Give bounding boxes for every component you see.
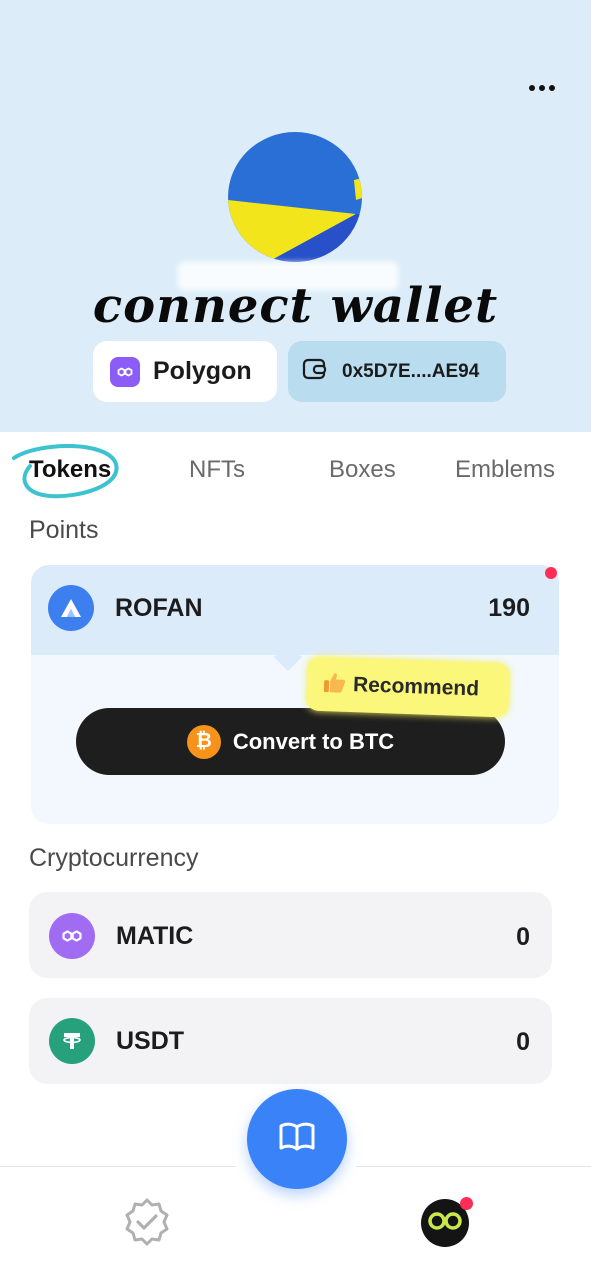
polygon-icon [49, 913, 95, 959]
more-dot-icon [539, 85, 545, 91]
list-item[interactable]: MATIC [49, 913, 193, 959]
bitcoin-icon: ₿ [186, 724, 221, 759]
wallet-avatar [228, 132, 362, 262]
tab-highlight-scribble [12, 444, 119, 499]
network-label: Polygon [153, 357, 252, 385]
connect-wallet-title[interactable]: connect wallet [0, 278, 591, 334]
token-balance: 0 [516, 923, 530, 951]
points-token-value: 190 [488, 594, 530, 622]
nav-verified-button[interactable] [121, 1197, 173, 1249]
tab-nfts[interactable]: NFTs [189, 456, 245, 484]
tab-boxes[interactable]: Boxes [329, 456, 396, 484]
list-item[interactable]: USDT [49, 1018, 184, 1064]
polygon-icon [110, 356, 140, 387]
points-token-row[interactable]: ROFAN [48, 585, 203, 631]
wallet-address-button[interactable]: 0x5D7E....AE94 [288, 341, 506, 402]
verified-check-icon [121, 1198, 173, 1253]
notification-dot [545, 567, 557, 579]
wallet-address-label: 0x5D7E....AE94 [342, 360, 480, 382]
token-name: MATIC [116, 921, 194, 950]
token-balance: 0 [516, 1028, 530, 1056]
book-icon [277, 1120, 317, 1159]
rofan-logo-icon [48, 585, 94, 631]
token-name: USDT [116, 1026, 185, 1055]
wallet-icon [302, 357, 328, 386]
recommend-badge: Recommend [306, 656, 510, 718]
points-token-name: ROFAN [115, 593, 203, 622]
tether-icon [49, 1018, 95, 1064]
convert-button-label: Convert to BTC [232, 728, 395, 754]
recommend-label: Recommend [352, 673, 480, 701]
convert-to-btc-button[interactable]: ₿ Convert to BTC [76, 708, 505, 775]
profile-notification-dot [460, 1197, 473, 1210]
more-dot-icon [529, 85, 535, 91]
thumbs-up-icon [323, 671, 348, 699]
more-options-button[interactable] [520, 74, 564, 102]
more-dot-icon [549, 85, 555, 91]
profile-glasses-icon [428, 1211, 462, 1236]
tab-emblems[interactable]: Emblems [455, 456, 555, 484]
cryptocurrency-section-title: Cryptocurrency [29, 844, 199, 872]
network-selector-button[interactable]: Polygon [93, 341, 277, 402]
book-button[interactable] [247, 1089, 347, 1189]
points-section-title: Points [29, 516, 99, 544]
